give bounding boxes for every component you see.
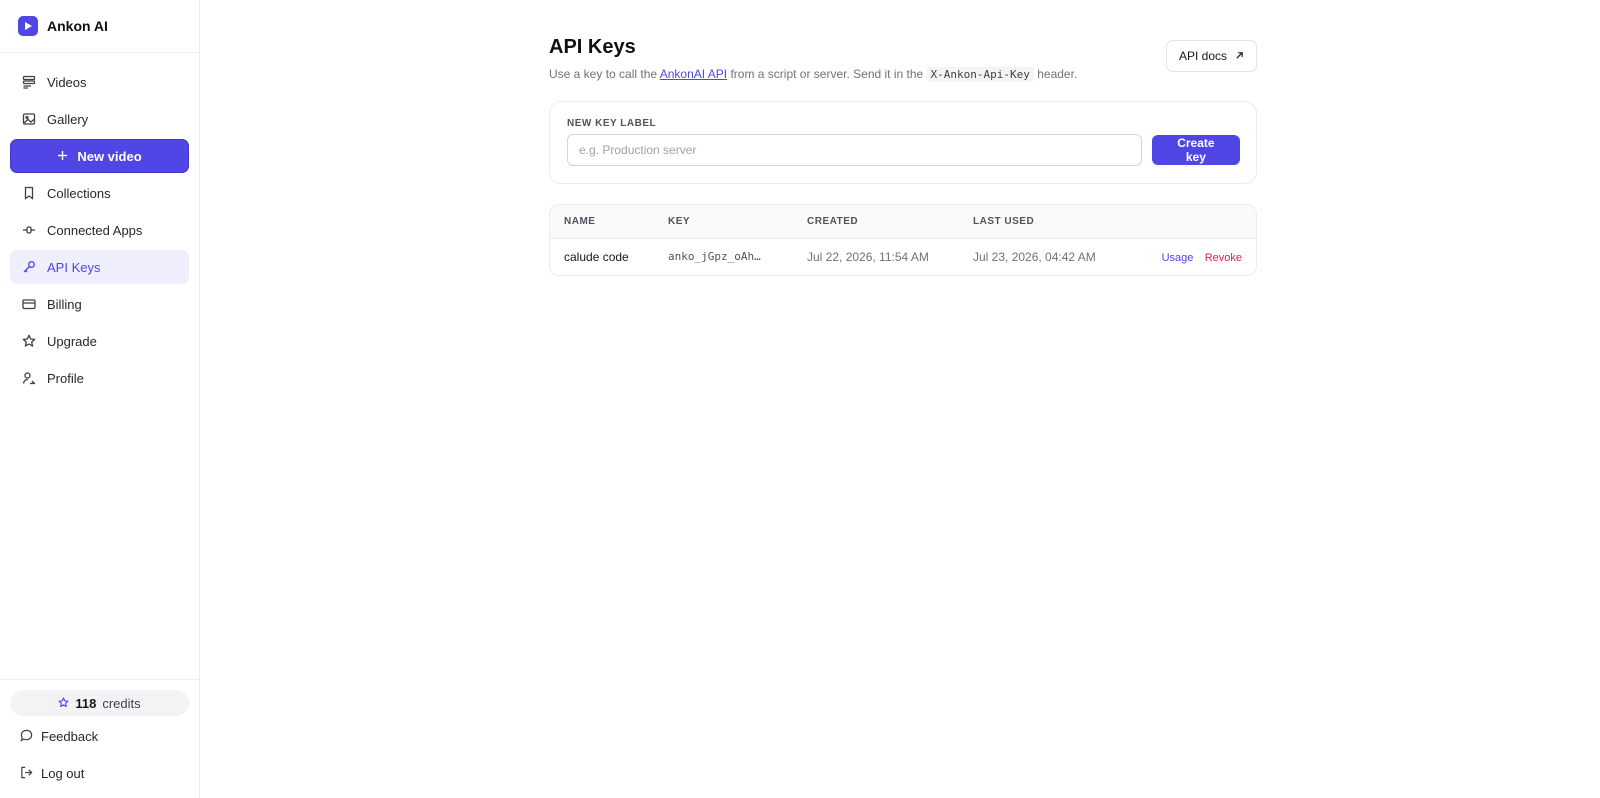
api-docs-label: API docs: [1178, 49, 1227, 63]
key-value-cell: anko_jGpz_oAh…: [668, 250, 761, 264]
actions-cell: Usage Revoke: [1132, 238, 1256, 275]
sidebar: Ankon AI Videos Gallery New video Collec…: [0, 0, 200, 798]
new-video-button[interactable]: New video: [10, 139, 189, 173]
credit-card-icon: [22, 297, 36, 311]
main-content: API Keys Use a key to call the AnkonAI A…: [200, 0, 1600, 798]
new-video-label: New video: [77, 148, 142, 164]
column-header-key: KEY: [668, 215, 691, 227]
logout-button[interactable]: Log out: [10, 757, 189, 790]
page-title: API Keys: [549, 36, 636, 58]
subtitle-text: header.: [1037, 67, 1078, 81]
star-icon: [58, 696, 69, 711]
api-docs-button[interactable]: API docs: [1165, 40, 1257, 72]
table-row: calude code anko_jGpz_oAh… Jul 22, 2026,…: [550, 238, 1256, 275]
subtitle-text: Use a key to call the: [549, 67, 660, 81]
header-name-code: X-Ankon-Api-Key: [926, 67, 1034, 82]
created-cell: Jul 22, 2026, 11:54 AM: [807, 249, 929, 264]
sidebar-item-label: Billing: [47, 296, 82, 312]
revoke-link[interactable]: Revoke: [1205, 252, 1242, 264]
app-root: Ankon AI Videos Gallery New video Collec…: [0, 0, 1600, 798]
logout-icon: [20, 766, 33, 782]
play-logo-icon: [18, 16, 38, 36]
key-name-cell: calude code: [564, 249, 629, 264]
sidebar-item-label: Connected Apps: [47, 222, 143, 238]
sidebar-item-gallery[interactable]: Gallery: [10, 102, 189, 136]
subtitle-text: from a script or server. Send it in the: [727, 67, 927, 81]
star-icon: [22, 334, 36, 348]
user-icon: [22, 371, 36, 385]
brand[interactable]: Ankon AI: [0, 0, 199, 53]
credits-label: credits: [102, 695, 141, 711]
sidebar-item-profile[interactable]: Profile: [10, 361, 189, 395]
sidebar-item-billing[interactable]: Billing: [10, 287, 189, 321]
last-used-cell: Jul 23, 2026, 04:42 AM: [973, 249, 1096, 264]
sidebar-item-collections[interactable]: Collections: [10, 176, 189, 210]
new-key-input[interactable]: [567, 134, 1142, 166]
credits-badge[interactable]: 118 credits: [10, 690, 189, 716]
new-key-label: NEW KEY LABEL: [567, 118, 657, 129]
column-header-actions: [1132, 205, 1256, 238]
sidebar-item-connected-apps[interactable]: Connected Apps: [10, 213, 189, 247]
sidebar-item-api-keys[interactable]: API Keys: [10, 250, 189, 284]
page-header: API Keys Use a key to call the AnkonAI A…: [549, 36, 1257, 82]
credits-count: 118: [75, 695, 97, 711]
feedback-button[interactable]: Feedback: [10, 720, 189, 753]
column-header-name: NAME: [564, 215, 596, 227]
bookmark-icon: [22, 186, 36, 200]
plus-icon: [57, 149, 68, 164]
column-header-created: CREATED: [807, 215, 859, 227]
sidebar-item-label: Gallery: [47, 111, 89, 127]
chat-bubble-icon: [20, 729, 33, 745]
connector-icon: [22, 223, 36, 237]
key-icon: [22, 260, 36, 274]
sidebar-item-label: Profile: [47, 370, 84, 386]
list-icon: [22, 75, 36, 89]
image-icon: [22, 112, 36, 126]
page-subtitle: Use a key to call the AnkonAI API from a…: [549, 67, 1078, 82]
sidebar-item-label: Upgrade: [47, 333, 97, 349]
feedback-label: Feedback: [41, 729, 99, 744]
column-header-last-used: LAST USED: [973, 215, 1035, 227]
sidebar-item-videos[interactable]: Videos: [10, 65, 189, 99]
new-key-row: Create key: [567, 134, 1240, 166]
sidebar-item-label: API Keys: [47, 259, 101, 275]
logout-label: Log out: [41, 766, 85, 781]
sidebar-item-label: Videos: [47, 74, 87, 90]
sidebar-item-upgrade[interactable]: Upgrade: [10, 324, 189, 358]
api-keys-table: NAME KEY CREATED LAST USED calude code a…: [549, 204, 1257, 276]
ankon-api-link[interactable]: AnkonAI API: [660, 67, 727, 81]
external-link-icon: [1235, 49, 1244, 63]
sidebar-nav: Videos Gallery New video Collections Con…: [0, 53, 199, 395]
brand-name: Ankon AI: [47, 18, 108, 34]
sidebar-footer: 118 credits Feedback Log out: [0, 679, 199, 798]
usage-link[interactable]: Usage: [1162, 252, 1194, 264]
create-key-button[interactable]: Create key: [1151, 135, 1240, 165]
sidebar-item-label: Collections: [47, 185, 111, 201]
api-keys-page: API Keys Use a key to call the AnkonAI A…: [549, 36, 1257, 276]
new-key-card: NEW KEY LABEL Create key: [549, 101, 1257, 184]
table-header-row: NAME KEY CREATED LAST USED: [550, 205, 1256, 238]
